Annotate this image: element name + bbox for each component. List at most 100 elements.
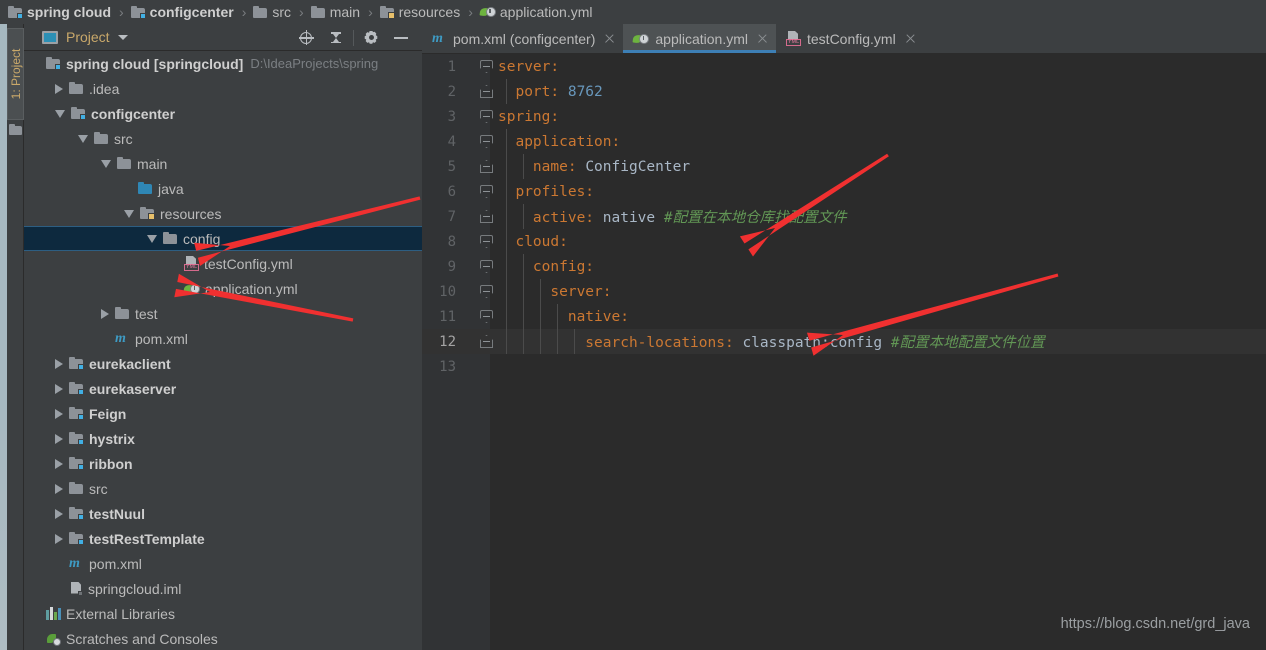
- hide-panel-button[interactable]: [386, 24, 416, 51]
- code-line[interactable]: 9 config:: [422, 254, 1266, 279]
- tree-item-idea[interactable]: .idea: [24, 76, 422, 101]
- collapse-all-button[interactable]: [321, 24, 351, 51]
- editor-tab-application.yml[interactable]: application.yml: [623, 24, 776, 53]
- tree-item-eurekaserver[interactable]: eurekaserver: [24, 376, 422, 401]
- editor-tab-pom.xml[interactable]: m pom.xml (configcenter): [422, 24, 623, 53]
- fold-marker-icon[interactable]: [480, 285, 493, 298]
- tree-item-scratches-and-consoles[interactable]: Scratches and Consoles: [24, 626, 422, 650]
- close-icon[interactable]: [604, 33, 615, 44]
- module-icon: [46, 57, 61, 70]
- chevron-down-icon[interactable]: [55, 109, 65, 118]
- chevron-right-icon[interactable]: [55, 383, 63, 394]
- tool-window-button-project[interactable]: 1: Project: [7, 28, 24, 120]
- module-icon: [71, 107, 86, 120]
- code-line[interactable]: 7 active: native #配置在本地仓库找配置文件: [422, 204, 1266, 229]
- maven-icon: m: [432, 30, 443, 46]
- code-line[interactable]: 10 server:: [422, 279, 1266, 304]
- fold-marker-icon[interactable]: [480, 210, 493, 223]
- fold-marker-icon[interactable]: [480, 335, 493, 348]
- chevron-right-icon[interactable]: [55, 533, 63, 544]
- project-view-icon: [42, 30, 58, 44]
- chevron-right-icon[interactable]: [55, 458, 63, 469]
- tree-item-test[interactable]: test: [24, 301, 422, 326]
- maven-icon: m: [69, 555, 80, 571]
- code-line[interactable]: 6 profiles:: [422, 179, 1266, 204]
- fold-marker-icon[interactable]: [480, 110, 493, 123]
- code-line[interactable]: 3 spring:: [422, 104, 1266, 129]
- tree-item-java[interactable]: java: [24, 176, 422, 201]
- project-tree[interactable]: spring cloud [springcloud] D:\IdeaProject…: [24, 51, 422, 650]
- tree-item-src[interactable]: src: [24, 126, 422, 151]
- chevron-right-icon[interactable]: [55, 433, 63, 444]
- folder-icon: [310, 5, 326, 19]
- settings-button[interactable]: [356, 24, 386, 51]
- code-line[interactable]: 12 search-locations: classpath:config #配…: [422, 329, 1266, 354]
- chevron-down-icon[interactable]: [78, 134, 88, 143]
- tree-item-springcloud-iml[interactable]: springcloud.iml: [24, 576, 422, 601]
- tree-item-config[interactable]: config: [24, 226, 422, 251]
- breadcrumb-item-resources[interactable]: resources: [379, 4, 460, 20]
- tree-item-ribbon[interactable]: ribbon: [24, 451, 422, 476]
- code-line[interactable]: 11 native:: [422, 304, 1266, 329]
- chevron-down-icon[interactable]: [117, 34, 128, 40]
- module-icon: [69, 507, 84, 520]
- chevron-right-icon[interactable]: [55, 483, 63, 494]
- breadcrumb-item-src[interactable]: src: [253, 4, 291, 20]
- tree-item-pom-xml[interactable]: m pom.xml: [24, 551, 422, 576]
- tree-item-testconfig-yml[interactable]: YML testConfig.yml: [24, 251, 422, 276]
- code-line[interactable]: 1 server:: [422, 54, 1266, 79]
- code-text: port: 8762: [498, 83, 603, 100]
- close-icon[interactable]: [757, 33, 768, 44]
- breadcrumb-item-configcenter[interactable]: configcenter: [130, 4, 234, 20]
- fold-marker-icon[interactable]: [480, 160, 493, 173]
- tree-item-main[interactable]: main: [24, 151, 422, 176]
- code-editor[interactable]: 1 server: 2 port: 8762 3 spring: 4 applicatio…: [422, 54, 1266, 650]
- breadcrumb-item-application-yml[interactable]: application.yml: [479, 4, 592, 20]
- fold-marker-icon[interactable]: [480, 310, 493, 323]
- breadcrumb-item-main[interactable]: main: [310, 4, 360, 20]
- chevron-right-icon[interactable]: [55, 508, 63, 519]
- locate-button[interactable]: [291, 24, 321, 51]
- code-text: active: native #配置在本地仓库找配置文件: [498, 210, 847, 226]
- tree-item-pom-xml[interactable]: m pom.xml: [24, 326, 422, 351]
- fold-marker-icon[interactable]: [480, 135, 493, 148]
- fold-marker-icon[interactable]: [480, 85, 493, 98]
- chevron-right-icon[interactable]: [55, 408, 63, 419]
- chevron-right-icon[interactable]: [101, 308, 109, 319]
- module-icon: [69, 432, 84, 445]
- folder-icon: [117, 157, 132, 170]
- tree-item-configcenter[interactable]: configcenter: [24, 101, 422, 126]
- fold-marker-icon[interactable]: [480, 60, 493, 73]
- chevron-right-icon[interactable]: [55, 83, 63, 94]
- fold-marker-icon[interactable]: [480, 260, 493, 273]
- editor-tab-testconfig.yml[interactable]: YML testConfig.yml: [776, 24, 924, 53]
- code-line[interactable]: 8 cloud:: [422, 229, 1266, 254]
- tree-item-label: .idea: [89, 80, 120, 97]
- tree-item-hystrix[interactable]: hystrix: [24, 426, 422, 451]
- tree-item-feign[interactable]: Feign: [24, 401, 422, 426]
- fold-marker-icon[interactable]: [480, 185, 493, 198]
- fold-marker-icon[interactable]: [480, 235, 493, 248]
- tree-item-testnuul[interactable]: testNuul: [24, 501, 422, 526]
- tree-item-external-libraries[interactable]: External Libraries: [24, 601, 422, 626]
- code-line[interactable]: 4 application:: [422, 129, 1266, 154]
- code-line[interactable]: 2 port: 8762: [422, 79, 1266, 104]
- tree-item-resources[interactable]: resources: [24, 201, 422, 226]
- code-line[interactable]: 5 name: ConfigCenter: [422, 154, 1266, 179]
- tree-item-src[interactable]: src: [24, 476, 422, 501]
- chevron-down-icon[interactable]: [124, 209, 134, 218]
- close-icon[interactable]: [905, 33, 916, 44]
- tree-item-eurekaclient[interactable]: eurekaclient: [24, 351, 422, 376]
- tree-item-spring-cloud-springcloud[interactable]: spring cloud [springcloud] D:\IdeaProject…: [24, 51, 422, 76]
- tree-item-testresttemplate[interactable]: testRestTemplate: [24, 526, 422, 551]
- toolbar-divider: [353, 29, 354, 46]
- chevron-down-icon[interactable]: [101, 159, 111, 168]
- line-number: 9: [447, 258, 456, 275]
- gear-icon: [364, 30, 378, 45]
- code-line[interactable]: 13: [422, 354, 1266, 379]
- breadcrumb-item-spring-cloud[interactable]: spring cloud: [8, 4, 111, 20]
- folder-icon: [94, 132, 109, 145]
- chevron-right-icon[interactable]: [55, 358, 63, 369]
- tree-item-application-yml[interactable]: application.yml: [24, 276, 422, 301]
- chevron-down-icon[interactable]: [147, 234, 157, 243]
